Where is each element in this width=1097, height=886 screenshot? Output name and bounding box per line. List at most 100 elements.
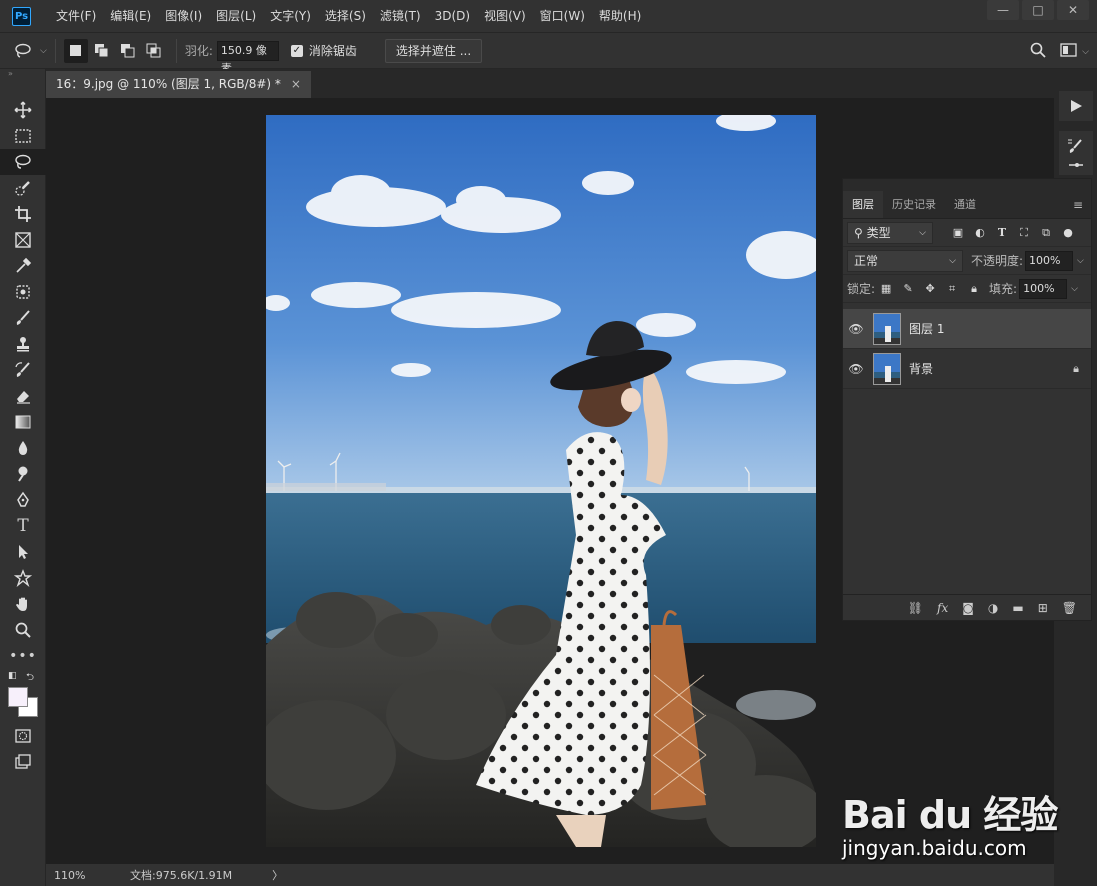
brush-settings-icon[interactable] xyxy=(1058,131,1093,161)
foreground-color-swatch[interactable] xyxy=(8,687,28,707)
antialias-checkbox[interactable]: ✓ xyxy=(290,44,303,57)
menu-edit[interactable]: 编辑(E) xyxy=(103,0,158,32)
lasso-tool-icon[interactable] xyxy=(0,149,46,175)
fill-input[interactable]: 100% xyxy=(1019,278,1068,299)
eye-icon[interactable]: 👁︎ xyxy=(843,322,869,336)
close-tab-icon[interactable]: × xyxy=(291,71,301,98)
eye-icon[interactable]: 👁︎ xyxy=(843,362,869,376)
document-tab[interactable]: 16：9.jpg @ 110% (图层 1, RGB/8#) * × xyxy=(46,71,311,98)
menu-file[interactable]: 文件(F) xyxy=(49,0,103,32)
menu-type[interactable]: 文字(Y) xyxy=(263,0,318,32)
gradient-tool-icon[interactable] xyxy=(0,409,46,435)
marquee-tool-icon[interactable] xyxy=(0,123,46,149)
move-tool-icon[interactable] xyxy=(0,97,46,123)
maximize-button[interactable]: □ xyxy=(1022,0,1054,20)
chevron-down-icon[interactable]: ⌵ xyxy=(1077,256,1084,266)
lock-pixels-icon[interactable]: ✎ xyxy=(897,282,919,295)
layer-filter-row: ⚲ 类型 ⌵ ▣ ◐ T ⛶ ⧉ ● xyxy=(843,219,1091,247)
new-group-icon[interactable]: ▬ xyxy=(1012,601,1023,615)
blur-tool-icon[interactable] xyxy=(0,435,46,461)
new-selection-icon[interactable] xyxy=(63,38,88,63)
pixel-filter-icon[interactable]: ▣ xyxy=(947,226,969,239)
custom-shape-tool-icon[interactable] xyxy=(0,565,46,591)
tab-layers[interactable]: 图层 xyxy=(843,191,883,218)
feather-input[interactable]: 150.9 像素 xyxy=(216,40,279,75)
fx-icon[interactable]: fx xyxy=(937,601,948,615)
lock-artboard-icon[interactable]: ⌗ xyxy=(941,282,963,296)
menu-image[interactable]: 图像(I) xyxy=(158,0,209,32)
link-layers-icon[interactable]: ⛓ xyxy=(908,601,923,615)
color-swatches: ◧ ⮌ xyxy=(0,669,45,723)
panel-menu-icon[interactable]: ≡ xyxy=(1065,191,1091,218)
frame-tool-icon[interactable] xyxy=(0,227,46,253)
trash-icon[interactable]: 🗑︎ xyxy=(1062,601,1077,615)
search-icon[interactable] xyxy=(1030,42,1046,61)
document-canvas-image[interactable] xyxy=(266,115,816,847)
panel-grip[interactable] xyxy=(843,179,1091,191)
dodge-tool-icon[interactable] xyxy=(0,461,46,487)
more-tools-icon[interactable]: ••• xyxy=(0,643,46,669)
history-brush-tool-icon[interactable] xyxy=(0,357,46,383)
menu-filter[interactable]: 滤镜(T) xyxy=(373,0,428,32)
pen-tool-icon[interactable] xyxy=(0,487,46,513)
close-button[interactable]: ✕ xyxy=(1057,0,1089,20)
menu-3d[interactable]: 3D(D) xyxy=(428,0,477,32)
chevron-down-icon[interactable]: ⌵ xyxy=(1082,47,1089,57)
play-actions-icon[interactable] xyxy=(1058,91,1093,121)
feather-label: 羽化: xyxy=(184,44,213,58)
quick-mask-icon[interactable] xyxy=(0,723,46,749)
clone-stamp-tool-icon[interactable] xyxy=(0,331,46,357)
select-and-mask-button[interactable]: 选择并遮住 ... xyxy=(384,38,483,63)
document-info: 文档:975.6K/1.91M xyxy=(130,869,233,882)
adjustment-filter-icon[interactable]: ◐ xyxy=(969,226,991,239)
lock-position-icon[interactable]: ✥ xyxy=(919,282,941,295)
spot-healing-tool-icon[interactable] xyxy=(0,279,46,305)
intersect-selection-icon[interactable] xyxy=(142,39,166,63)
zoom-level[interactable]: 110% xyxy=(46,869,94,882)
hand-tool-icon[interactable] xyxy=(0,591,46,617)
new-layer-icon[interactable]: ⊞ xyxy=(1038,601,1048,615)
shape-filter-icon[interactable]: ⛶ xyxy=(1013,226,1035,240)
quick-select-tool-icon[interactable] xyxy=(0,175,46,201)
crop-tool-icon[interactable] xyxy=(0,201,46,227)
status-menu-arrow[interactable]: 〉 xyxy=(272,867,283,883)
lock-transparent-icon[interactable]: ▦ xyxy=(875,282,897,295)
chevron-down-icon[interactable]: ⌵ xyxy=(40,46,47,56)
menu-help[interactable]: 帮助(H) xyxy=(592,0,648,32)
default-colors-icon[interactable]: ◧ xyxy=(8,671,17,681)
add-mask-icon[interactable]: ◙ xyxy=(962,601,974,615)
lock-all-icon[interactable]: 🔒︎ xyxy=(963,282,985,296)
eyedropper-tool-icon[interactable] xyxy=(0,253,46,279)
minimize-button[interactable]: — xyxy=(987,0,1019,20)
filter-kind-select[interactable]: ⚲ 类型 ⌵ xyxy=(847,221,933,244)
eraser-tool-icon[interactable] xyxy=(0,383,46,409)
type-tool-icon[interactable]: T xyxy=(0,513,46,539)
brush-tool-icon[interactable] xyxy=(0,305,46,331)
layer-row[interactable]: 👁︎ 图层 1 xyxy=(843,309,1091,349)
menu-window[interactable]: 窗口(W) xyxy=(533,0,592,32)
screen-mode-icon[interactable] xyxy=(0,749,46,775)
chevron-down-icon[interactable]: ⌵ xyxy=(1071,284,1078,294)
tab-channels[interactable]: 通道 xyxy=(945,191,985,218)
lasso-preset-icon[interactable] xyxy=(12,39,36,63)
tab-history[interactable]: 历史记录 xyxy=(883,191,945,218)
new-adjustment-icon[interactable]: ◑ xyxy=(988,601,998,615)
swap-colors-icon[interactable]: ⮌ xyxy=(26,670,34,687)
layer-row[interactable]: 👁︎ 背景 🔒︎ xyxy=(843,349,1091,389)
adjustments-icon[interactable] xyxy=(1058,161,1093,175)
path-selection-tool-icon[interactable] xyxy=(0,539,46,565)
add-selection-icon[interactable] xyxy=(90,39,114,63)
menu-view[interactable]: 视图(V) xyxy=(477,0,533,32)
type-filter-icon[interactable]: T xyxy=(991,226,1013,239)
smart-object-filter-icon[interactable]: ⧉ xyxy=(1035,226,1057,240)
opacity-input[interactable]: 100% xyxy=(1025,250,1074,271)
menu-layer[interactable]: 图层(L) xyxy=(209,0,263,32)
subtract-selection-icon[interactable] xyxy=(116,39,140,63)
blend-mode-select[interactable]: 正常 ⌵ xyxy=(847,249,963,272)
workspace-icon[interactable] xyxy=(1060,43,1078,60)
collapse-icon[interactable]: » xyxy=(0,69,45,79)
filter-toggle-icon[interactable]: ● xyxy=(1057,226,1079,239)
chevron-down-icon: ⌵ xyxy=(919,227,926,238)
zoom-tool-icon[interactable] xyxy=(0,617,46,643)
menu-select[interactable]: 选择(S) xyxy=(318,0,373,32)
